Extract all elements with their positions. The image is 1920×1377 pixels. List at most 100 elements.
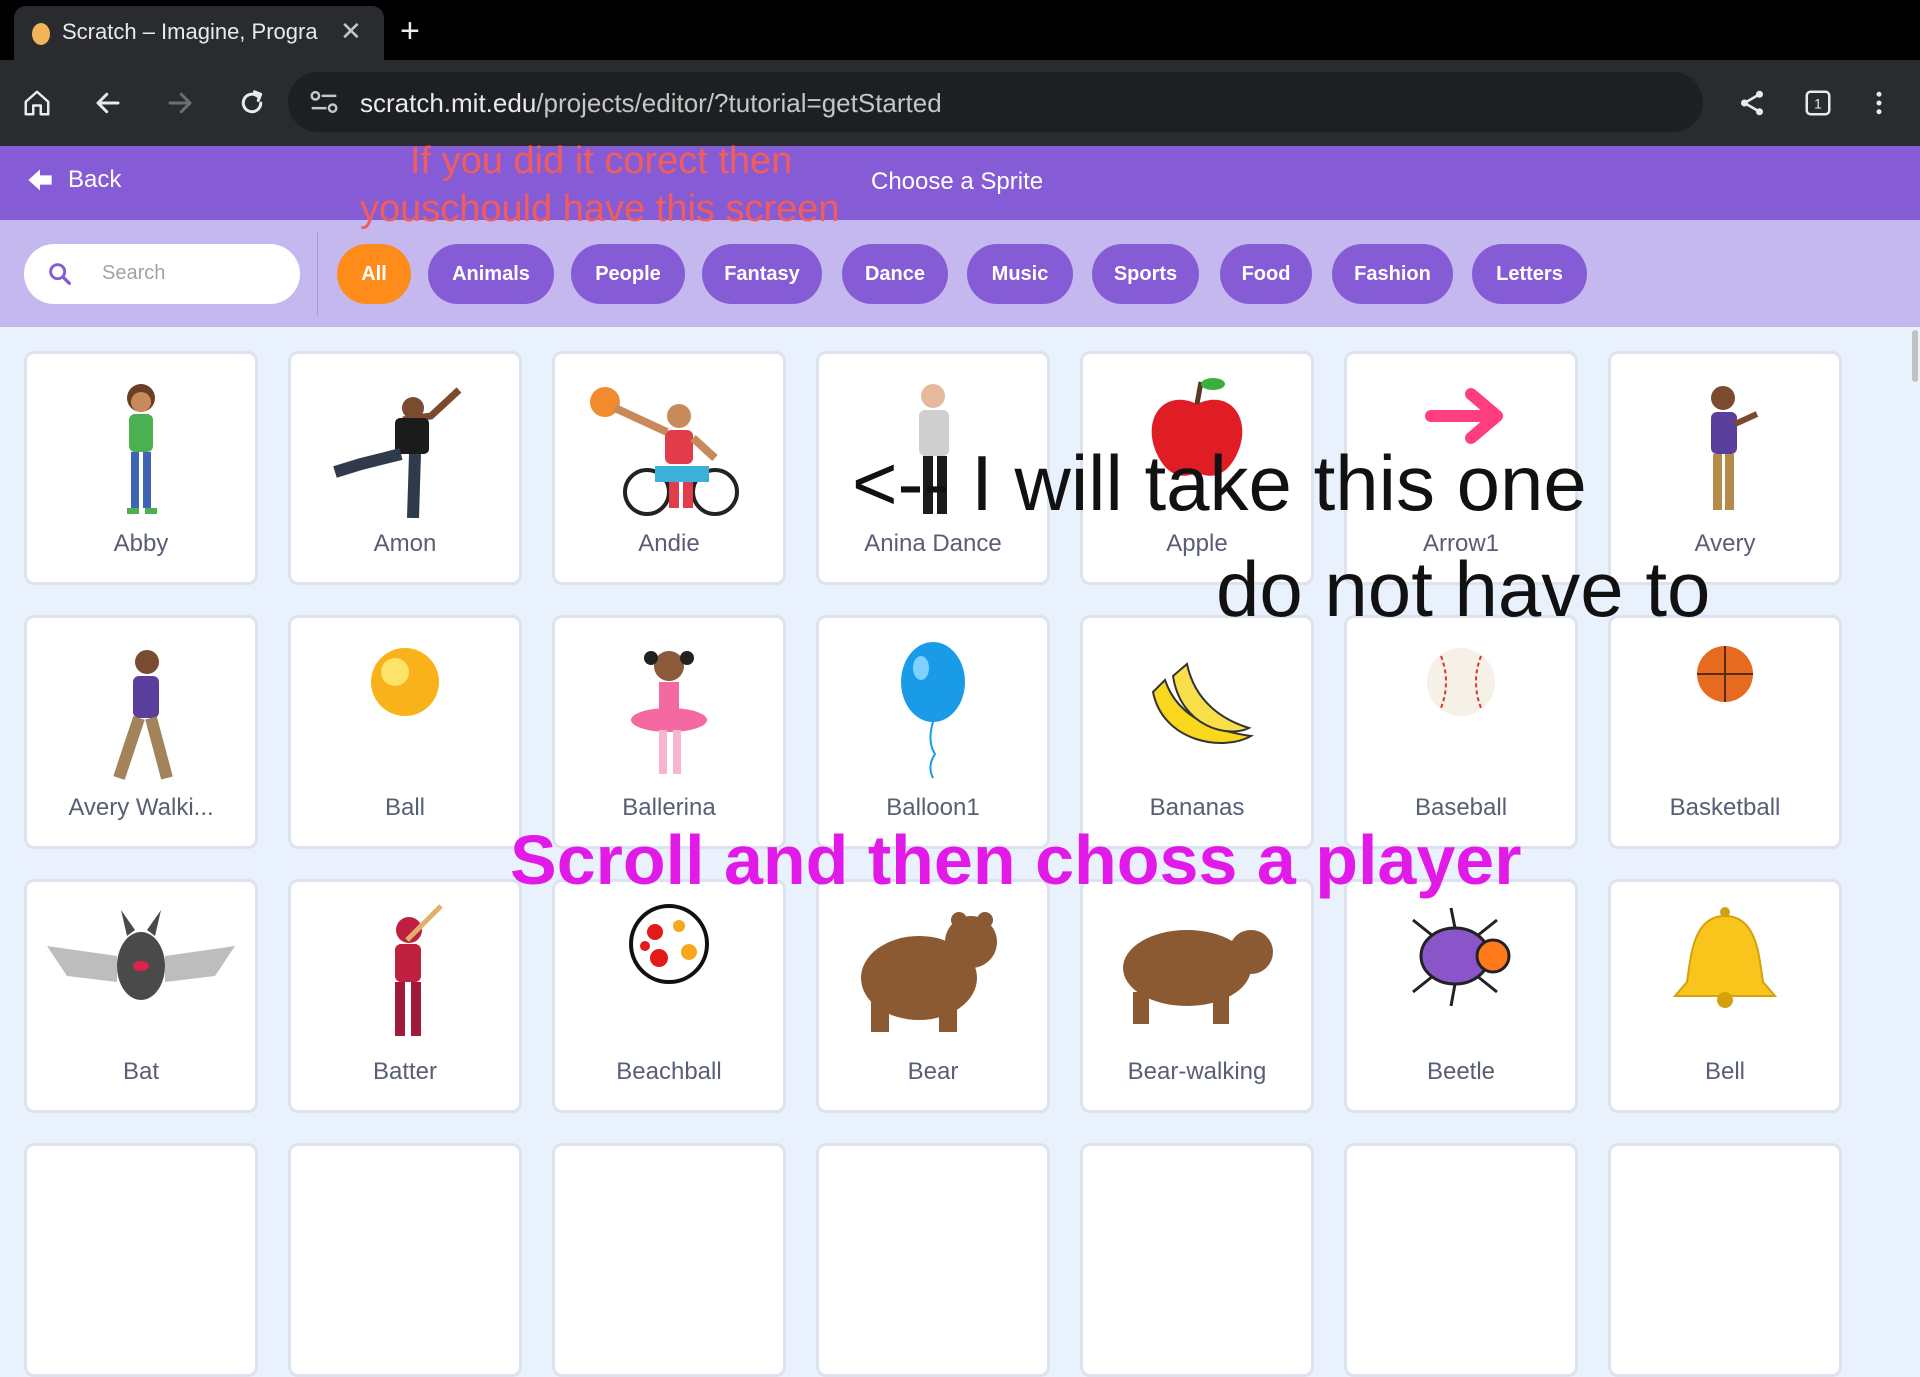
sprite-card[interactable]: Avery Walki... (24, 615, 258, 849)
sprite-thumbnail (901, 642, 965, 779)
new-tab-icon[interactable]: + (400, 14, 420, 48)
sprite-card[interactable]: Baseball (1344, 615, 1578, 849)
sprite-label: Bananas (1149, 794, 1245, 821)
sprite-label: Amon (373, 530, 437, 557)
sprite-label: Batter (372, 1058, 438, 1085)
sprite-thumbnail (127, 384, 157, 514)
filter-music[interactable]: Music (967, 244, 1073, 304)
scrollbar-thumb[interactable] (1912, 330, 1918, 382)
sprite-card[interactable]: Basketball (1608, 615, 1842, 849)
sprite-card[interactable]: Bear (816, 879, 1050, 1113)
sprite-card[interactable] (1608, 1143, 1842, 1377)
share-icon[interactable] (1727, 60, 1777, 146)
filter-all[interactable]: All (337, 244, 411, 304)
home-icon[interactable] (12, 60, 62, 146)
sprite-card[interactable]: Bat (24, 879, 258, 1113)
sprite-card[interactable]: Ballerina (552, 615, 786, 849)
sprite-label: Ballerina (622, 794, 716, 821)
sprite-label: Avery Walki... (68, 794, 214, 821)
sprite-card[interactable]: Bear-walking (1080, 879, 1314, 1113)
more-menu-icon[interactable] (1854, 60, 1904, 146)
sprite-thumbnail (1123, 930, 1273, 1024)
sprite-card[interactable]: Beachball (552, 879, 786, 1113)
sprite-label: Beachball (616, 1058, 722, 1085)
sprite-thumbnail (113, 650, 173, 780)
sprite-label: Bat (122, 1058, 160, 1085)
sprite-card[interactable] (1344, 1143, 1578, 1377)
sprite-label: Bear (907, 1058, 959, 1085)
filter-bar: Search All Animals People Fantasy Dance Music… (0, 220, 1920, 327)
sprite-label: Anina Dance (864, 530, 1002, 557)
sprite-card[interactable] (288, 1143, 522, 1377)
sprite-label: Baseball (1414, 794, 1508, 821)
back-label: Back (68, 166, 122, 193)
sprite-label: Bell (1704, 1058, 1746, 1085)
search-input[interactable]: Search (24, 244, 300, 304)
filter-letters[interactable]: Letters (1472, 244, 1587, 304)
sprite-label: Ball (384, 794, 426, 821)
back-icon (28, 169, 52, 191)
sprite-card[interactable]: Andie (552, 351, 786, 585)
sprite-card[interactable] (1080, 1143, 1314, 1377)
filter-divider (317, 232, 318, 316)
filter-dance[interactable]: Dance (842, 244, 948, 304)
sprite-thumbnail (1697, 646, 1753, 702)
sprite-card[interactable]: Batter (288, 879, 522, 1113)
sprite-thumbnail (47, 910, 235, 1000)
sprite-card[interactable]: Amon (288, 351, 522, 585)
sprite-thumbnail (1412, 907, 1511, 1007)
sprite-thumbnail (395, 904, 443, 1036)
browser-tab-strip: Scratch – Imagine, Progra ✕ + (0, 0, 1920, 60)
sprite-label: Andie (638, 530, 700, 557)
sprite-thumbnail (631, 651, 707, 774)
svg-text:1: 1 (1814, 97, 1822, 112)
sprite-card[interactable] (552, 1143, 786, 1377)
sprite-card[interactable]: Bananas (1080, 615, 1314, 849)
sprite-thumbnail (1427, 648, 1495, 716)
sprite-card[interactable]: Abby (24, 351, 258, 585)
annotation-black-line1: <-- I will take this one (852, 439, 1587, 527)
annotation-black-line2: do not have to (1216, 545, 1711, 633)
sprite-card[interactable]: Ball (288, 615, 522, 849)
sprite-thumbnail (371, 648, 439, 716)
browser-tab[interactable]: Scratch – Imagine, Progra ✕ (14, 6, 384, 60)
tab-count-icon[interactable]: 1 (1793, 60, 1843, 146)
sprite-card[interactable]: Beetle (1344, 879, 1578, 1113)
forward-arrow-icon[interactable] (155, 60, 205, 146)
reload-icon[interactable] (227, 60, 277, 146)
back-button[interactable]: Back (26, 166, 121, 194)
address-bar[interactable]: scratch.mit.edu/projects/editor/?tutoria… (288, 72, 1703, 132)
filter-fantasy[interactable]: Fantasy (702, 244, 822, 304)
filter-food[interactable]: Food (1220, 244, 1312, 304)
sprite-label: Basketball (1669, 794, 1781, 821)
sprite-card[interactable] (816, 1143, 1050, 1377)
url-host: scratch.mit.edu (360, 88, 537, 118)
annotation-red-line2: youschould have this screen (360, 188, 840, 230)
sprite-card[interactable]: Balloon1 (816, 615, 1050, 849)
sprite-thumbnail (1151, 662, 1255, 744)
library-header: Back Choose a Sprite (0, 146, 1920, 220)
search-icon (49, 263, 71, 285)
close-tab-icon[interactable]: ✕ (340, 16, 362, 47)
scratch-favicon-icon (32, 23, 50, 45)
sprite-label: Balloon1 (886, 794, 980, 821)
filter-sports[interactable]: Sports (1092, 244, 1199, 304)
url-path: /projects/editor/?tutorial=getStarted (536, 88, 942, 118)
sprite-thumbnail (590, 387, 739, 516)
search-placeholder: Search (102, 262, 166, 284)
filter-fashion[interactable]: Fashion (1332, 244, 1453, 304)
sprite-label: Bear-walking (1127, 1058, 1267, 1085)
annotation-magenta: Scroll and then choss a player (510, 821, 1522, 899)
sprite-thumbnail (629, 904, 709, 984)
filter-people[interactable]: People (571, 244, 685, 304)
sprite-thumbnail (861, 912, 997, 1032)
sprite-card[interactable] (24, 1143, 258, 1377)
page-title: Choose a Sprite (871, 168, 1044, 195)
filter-animals[interactable]: Animals (428, 244, 554, 304)
annotation-red-line1: If you did it corect then (410, 140, 793, 182)
sprite-thumbnail (1672, 907, 1778, 1008)
back-arrow-icon[interactable] (83, 60, 133, 146)
site-settings-icon[interactable] (308, 87, 340, 122)
sprite-card[interactable]: Bell (1608, 879, 1842, 1113)
sprite-label: Abby (113, 530, 169, 557)
